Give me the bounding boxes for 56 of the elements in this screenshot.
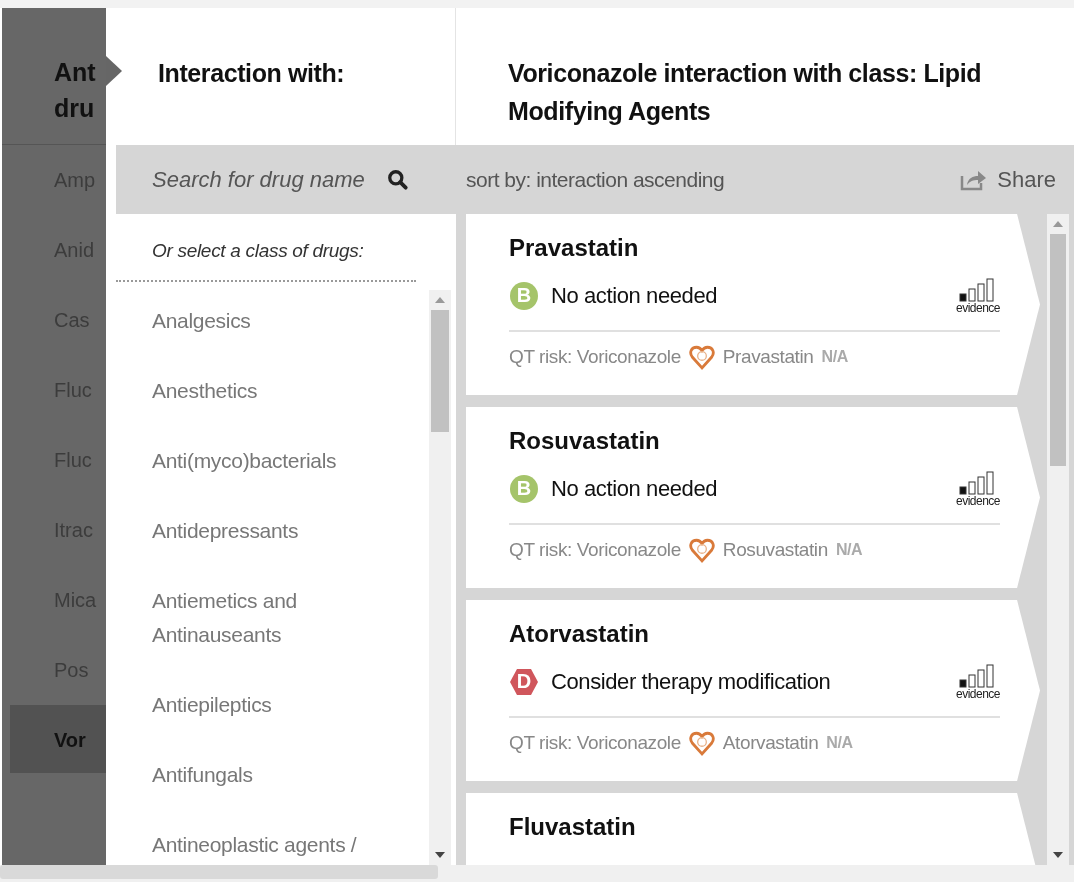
class-item[interactable]: Antidepressants [152,514,429,584]
class-item[interactable]: Antiemetics and Antinauseants [152,584,429,688]
result-card[interactable]: Atorvastatin D Consider therapy modification evidence QT risk: Voriconazole Atorvastatin N/A [466,600,1040,781]
heart-icon [688,344,715,370]
action-text: No action needed [551,476,718,502]
result-card[interactable]: Rosuvastatin B No action needed evidence QT risk: Voriconazole Rosuvastatin N/A [466,407,1040,588]
class-item[interactable]: Anesthetics [152,374,429,444]
panel-title: Ant [54,57,97,88]
qt-value: N/A [835,541,863,559]
drug-name: Rosuvastatin [509,427,661,455]
scrollbar-thumb[interactable] [1050,234,1066,466]
qt-value: N/A [821,348,848,366]
panel-title: Interaction with: [158,58,346,89]
qt-value: N/A [826,734,853,752]
share-button[interactable]: Share [959,166,1056,193]
qt-drug-text: Pravastatin [722,346,814,368]
class-item[interactable]: Analgesics [152,304,429,374]
result-card[interactable]: Pravastatin B No action needed evidence QT risk: Voriconazole Pravastatin N/A [466,214,1040,395]
scrollbar[interactable] [1047,214,1069,865]
qt-drug-text: Atorvastatin [722,732,819,754]
sort-label[interactable]: sort by: interaction ascending [466,167,725,192]
class-item[interactable]: Antifungals [152,758,429,828]
drug-item[interactable]: Vor [10,705,106,773]
scrollbar[interactable] [429,290,451,865]
class-item[interactable]: Anti(myco)bacterials [152,444,429,514]
heart-icon [688,730,715,756]
panel-title: Voriconazole interaction with class: Lipid Modifying Agents [508,58,983,127]
drug-name: Pravastatin [509,234,640,262]
panel-title: dru [54,93,96,124]
qt-risk-text: QT risk: Voriconazole [509,346,681,368]
scroll-down-icon[interactable] [435,852,445,858]
scroll-up-icon[interactable] [435,297,445,303]
search-field[interactable]: Search for drug name [152,166,372,193]
qt-risk-text: QT risk: Voriconazole [509,732,681,754]
action-text: No action needed [551,283,718,309]
scroll-down-icon[interactable] [1053,852,1063,858]
class-prompt: Or select a class of drugs: [151,239,365,263]
rating-badge: B [509,281,539,311]
scrollbar-thumb[interactable] [431,310,449,432]
drug-name: Fluvastatin [509,813,637,841]
drug-name: Atorvastatin [509,620,651,648]
evidence-meter: evidence [955,278,1000,314]
class-item[interactable]: Antineoplastic agents / [152,828,429,865]
scrollbar-thumb[interactable] [0,865,438,879]
rating-badge: D [509,667,539,697]
scroll-up-icon[interactable] [1053,221,1063,227]
qt-risk-text: QT risk: Voriconazole [509,539,681,561]
scrollbar[interactable] [0,865,1074,882]
rating-badge: B [509,474,539,504]
action-text: Consider therapy modification [551,669,831,695]
qt-drug-text: Rosuvastatin [722,539,828,561]
class-item[interactable]: Antiepileptics [152,688,429,758]
evidence-meter: evidence [955,471,1000,507]
evidence-meter: evidence [955,664,1000,700]
heart-icon [688,537,715,563]
search-icon[interactable] [387,168,409,191]
